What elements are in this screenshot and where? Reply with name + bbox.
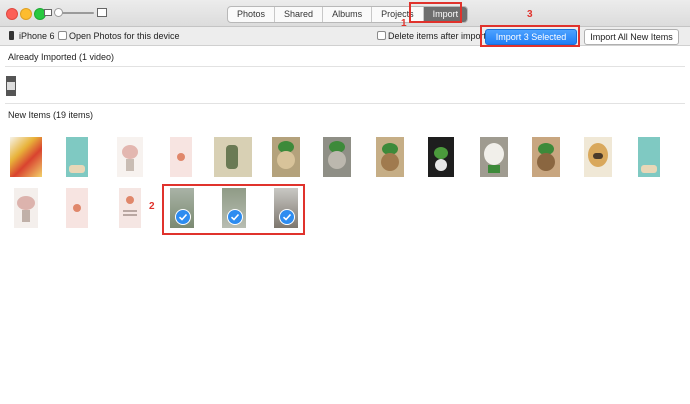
photos-import-window: Photos Shared Albums Projects Import iPh… (0, 0, 690, 404)
import-all-button[interactable]: Import All New Items (584, 29, 679, 45)
tab-photos[interactable]: Photos (228, 7, 276, 22)
photo-thumbnail[interactable] (428, 137, 454, 177)
step-2-callout: 2 (149, 201, 155, 212)
photo-thumbnail[interactable] (10, 137, 42, 177)
title-bar: Photos Shared Albums Projects Import (0, 0, 690, 27)
selected-photos-highlight (162, 184, 305, 235)
photo-thumbnail[interactable] (170, 137, 192, 177)
minimize-button[interactable] (20, 8, 32, 20)
photo-thumbnail[interactable] (66, 188, 88, 228)
already-imported-heading: Already Imported (1 video) (8, 52, 115, 62)
divider (5, 66, 685, 67)
close-button[interactable] (6, 8, 18, 20)
small-photo-icon (44, 9, 52, 16)
step-1-callout: 1 (401, 18, 407, 29)
photo-thumbnail[interactable] (14, 188, 38, 228)
photo-thumbnail[interactable] (214, 137, 252, 177)
import-tab-highlight (409, 2, 462, 23)
open-photos-label: Open Photos for this device (69, 31, 180, 41)
photo-thumbnail[interactable] (532, 137, 560, 177)
photo-thumbnail[interactable] (638, 137, 660, 177)
iphone-icon (9, 31, 14, 40)
thumbnail-size-slider[interactable] (54, 8, 94, 17)
scrollbar[interactable] (683, 46, 689, 401)
slider-knob[interactable] (54, 8, 63, 17)
large-photo-icon (97, 8, 107, 17)
new-items-heading: New Items (19 items) (8, 110, 94, 120)
photo-thumbnail[interactable] (66, 137, 88, 177)
photo-thumbnail[interactable] (119, 188, 141, 228)
divider (5, 103, 685, 104)
delete-after-import-checkbox[interactable] (377, 31, 386, 40)
open-photos-checkbox[interactable] (58, 31, 67, 40)
photo-thumbnail[interactable] (323, 137, 351, 177)
imported-video-thumbnail[interactable] (6, 76, 16, 96)
tab-shared[interactable]: Shared (275, 7, 324, 22)
step-3-callout: 3 (527, 9, 533, 20)
device-name: iPhone 6 (19, 31, 55, 41)
photo-thumbnail[interactable] (272, 137, 300, 177)
photo-thumbnail[interactable] (584, 137, 612, 177)
delete-after-import-label: Delete items after import (388, 31, 487, 41)
photo-thumbnail[interactable] (480, 137, 508, 177)
photo-thumbnail[interactable] (117, 137, 143, 177)
photo-thumbnail[interactable] (376, 137, 404, 177)
import-selected-highlight (480, 25, 580, 47)
tab-albums[interactable]: Albums (323, 7, 373, 22)
